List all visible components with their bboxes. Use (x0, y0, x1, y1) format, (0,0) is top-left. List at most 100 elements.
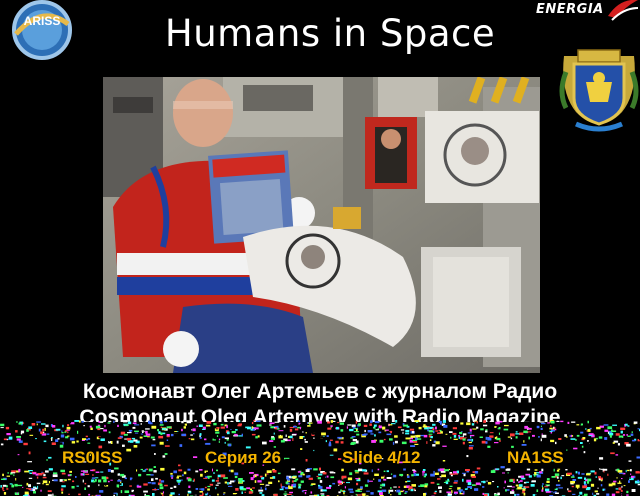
noise-speckle (100, 484, 103, 487)
noise-speckle (567, 488, 569, 491)
noise-speckle (547, 422, 550, 424)
noise-speckle (404, 492, 407, 494)
noise-speckle (540, 438, 542, 442)
noise-speckle (615, 478, 621, 481)
noise-speckle (620, 427, 626, 430)
noise-speckle (471, 423, 475, 426)
noise-speckle (28, 426, 33, 429)
noise-speckle (16, 421, 18, 423)
noise-speckle (159, 483, 163, 487)
noise-speckle (482, 486, 485, 488)
noise-speckle (100, 428, 104, 430)
noise-speckle (503, 487, 505, 489)
noise-speckle (166, 426, 172, 429)
noise-speckle (393, 486, 397, 488)
noise-speckle (147, 482, 152, 484)
noise-speckle (253, 420, 256, 422)
noise-speckle (14, 483, 18, 487)
noise-speckle (604, 429, 609, 432)
noise-speckle (385, 429, 389, 431)
noise-speckle (327, 427, 332, 430)
noise-speckle (322, 489, 327, 492)
noise-speckle (244, 491, 246, 493)
noise-speckle (405, 481, 408, 483)
noise-speckle (394, 440, 398, 444)
noise-speckle (457, 478, 463, 480)
noise-speckle (555, 484, 561, 487)
noise-speckle (250, 477, 254, 481)
noise-speckle (120, 490, 123, 494)
noise-speckle (587, 429, 591, 432)
noise-speckle (108, 431, 111, 434)
noise-speckle (541, 489, 544, 492)
noise-speckle (546, 478, 550, 481)
noise-speckle (15, 478, 17, 481)
noise-speckle (312, 432, 316, 435)
noise-speckle (199, 437, 202, 439)
noise-speckle (596, 426, 601, 430)
noise-speckle (236, 493, 240, 496)
noise-speckle (107, 426, 110, 428)
noise-speckle (289, 435, 293, 439)
noise-speckle (223, 493, 225, 495)
noise-speckle (416, 434, 421, 438)
noise-speckle (132, 426, 136, 429)
noise-speckle (37, 485, 39, 489)
noise-speckle (294, 428, 299, 431)
noise-speckle (396, 489, 401, 493)
noise-speckle (213, 436, 217, 440)
noise-speckle (259, 475, 263, 478)
noise-speckle (428, 433, 433, 435)
noise-speckle (1, 478, 6, 480)
noise-speckle (2, 473, 4, 477)
noise-speckle (430, 436, 433, 439)
noise-speckle (42, 480, 48, 484)
noise-speckle (140, 423, 142, 425)
noise-speckle (379, 434, 384, 436)
noise-speckle (181, 421, 184, 424)
noise-speckle (339, 420, 341, 423)
noise-speckle (414, 489, 416, 492)
noise-speckle (229, 482, 232, 485)
noise-speckle (248, 491, 253, 494)
noise-speckle (353, 431, 359, 433)
noise-speckle (166, 435, 170, 438)
noise-speckle (122, 425, 124, 429)
noise-speckle (518, 481, 520, 483)
noise-speckle (630, 433, 634, 436)
noise-speckle (157, 488, 160, 490)
noise-speckle (615, 433, 620, 436)
noise-speckle (159, 424, 164, 426)
noise-speckle (511, 475, 516, 478)
noise-speckle (98, 420, 100, 423)
noise-speckle (52, 424, 56, 428)
noise-speckle (174, 432, 179, 434)
coat-of-arms-emblem (559, 49, 639, 132)
noise-speckle (134, 430, 139, 432)
noise-speckle (285, 481, 289, 484)
noise-speckle (360, 486, 363, 489)
noise-speckle (496, 426, 499, 429)
noise-speckle (363, 424, 368, 427)
noise-speckle (568, 487, 571, 490)
noise-speckle (391, 423, 396, 425)
noise-speckle (53, 482, 57, 485)
noise-speckle (177, 475, 182, 477)
noise-speckle (67, 424, 70, 427)
noise-speckle (2, 484, 7, 487)
noise-speckle (598, 436, 603, 439)
noise-speckle (75, 476, 77, 478)
noise-speckle (310, 491, 313, 494)
noise-speckle (472, 428, 477, 430)
noise-speckle (285, 434, 287, 437)
noise-speckle (72, 480, 75, 483)
noise-speckle (264, 487, 267, 491)
noise-speckle (468, 441, 472, 444)
noise-speckle (357, 488, 363, 490)
noise-speckle (81, 420, 84, 423)
noise-speckle (260, 486, 262, 490)
noise-speckle (200, 473, 203, 477)
noise-speckle (279, 488, 284, 491)
noise-speckle (143, 429, 146, 432)
noise-speckle (316, 475, 319, 477)
